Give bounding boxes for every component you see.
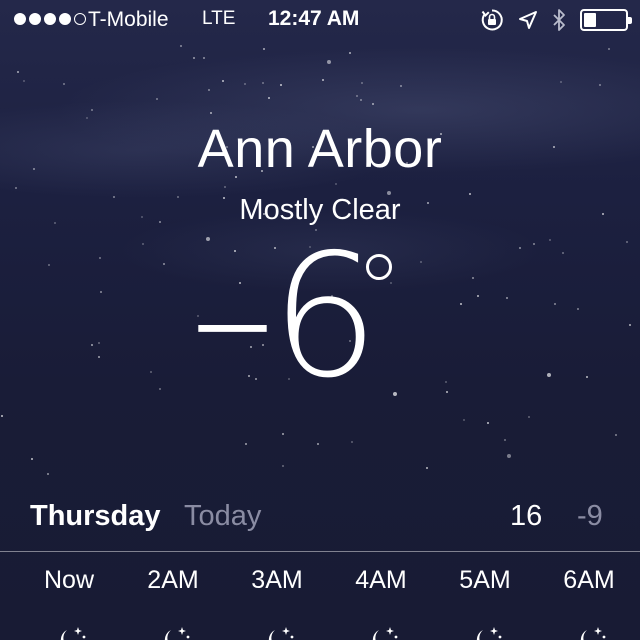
battery-fill — [584, 13, 596, 27]
bluetooth-icon — [552, 8, 566, 32]
star — [280, 84, 282, 86]
star — [335, 183, 337, 185]
star — [317, 443, 319, 445]
location-icon — [518, 10, 538, 30]
star — [1, 415, 3, 417]
moon-stars-icon — [259, 624, 295, 640]
hour-label: Now — [43, 566, 94, 594]
status-icons — [480, 8, 632, 32]
star — [400, 85, 402, 87]
star — [282, 465, 284, 467]
star — [351, 441, 353, 443]
signal-dot — [44, 13, 56, 25]
star — [507, 454, 511, 458]
star — [91, 109, 93, 111]
star — [15, 187, 17, 189]
hourly-item: Now — [17, 566, 121, 640]
star — [210, 112, 212, 114]
hour-label: 3AM — [251, 566, 303, 594]
divider — [0, 551, 640, 552]
today-label: Today — [184, 500, 262, 532]
star — [322, 79, 324, 81]
star — [463, 419, 465, 421]
star — [180, 45, 182, 47]
star — [361, 82, 363, 84]
star — [224, 186, 226, 188]
hourly-item: 4AM — [329, 566, 433, 640]
star — [426, 467, 428, 469]
hour-label: 2AM — [147, 566, 199, 594]
star — [23, 80, 25, 82]
moon-stars-icon — [51, 624, 87, 640]
status-time: 12:47 AM — [268, 7, 360, 30]
battery-cap — [628, 17, 632, 24]
star — [263, 48, 265, 50]
star — [360, 99, 362, 101]
star — [208, 89, 210, 91]
star — [262, 82, 264, 84]
signal-dot — [59, 13, 71, 25]
signal-dot — [29, 13, 41, 25]
star — [31, 458, 33, 460]
star — [487, 422, 489, 424]
star — [282, 433, 284, 435]
star — [245, 443, 247, 445]
city-name: Ann Arbor — [197, 119, 443, 179]
battery-icon — [580, 9, 632, 31]
hour-label: 4AM — [355, 566, 407, 594]
current-temperature: –6 — [0, 232, 640, 402]
carrier-name: T-Mobile — [88, 8, 169, 31]
moon-stars-icon — [571, 624, 607, 640]
star — [327, 60, 331, 64]
hourly-forecast[interactable]: Now 2AM 3AM 4AM 5AM 6AM — [0, 566, 640, 640]
temperature-value: –6 — [190, 218, 379, 416]
star — [528, 416, 530, 418]
weather-screen: T-Mobile LTE 12:47 AM Ann Arbor Mostly C… — [0, 0, 640, 640]
moon-stars-icon — [467, 624, 503, 640]
status-bar: T-Mobile LTE 12:47 AM — [0, 0, 640, 40]
star — [356, 95, 358, 97]
day-summary-row: Thursday Today 16 -9 — [0, 496, 640, 540]
star — [63, 83, 65, 85]
degree-symbol — [366, 254, 392, 280]
hourly-item: 3AM — [225, 566, 329, 640]
signal-strength-icon — [14, 13, 86, 25]
network-type: LTE — [202, 8, 236, 29]
star — [608, 48, 610, 50]
moon-stars-icon — [155, 624, 191, 640]
signal-dot — [14, 13, 26, 25]
signal-dot-empty — [74, 13, 86, 25]
day-name: Thursday — [30, 500, 161, 532]
star — [47, 473, 49, 475]
star — [222, 80, 224, 82]
hourly-item: 5AM — [433, 566, 537, 640]
star — [17, 71, 19, 73]
moon-stars-icon — [363, 624, 399, 640]
hourly-item: 2AM — [121, 566, 225, 640]
hour-label: 6AM — [563, 566, 615, 594]
star — [372, 103, 374, 105]
star — [268, 97, 270, 99]
star — [203, 57, 205, 59]
rotation-lock-icon — [480, 8, 504, 32]
star — [615, 434, 617, 436]
star — [244, 83, 246, 85]
star — [349, 52, 351, 54]
star — [193, 57, 195, 59]
high-temperature: 16 — [510, 500, 543, 532]
star — [156, 98, 158, 100]
star — [560, 81, 562, 83]
hour-label: 5AM — [459, 566, 511, 594]
low-temperature: -9 — [577, 500, 603, 532]
hourly-item: 6AM — [537, 566, 640, 640]
star — [599, 84, 601, 86]
star — [504, 439, 506, 441]
